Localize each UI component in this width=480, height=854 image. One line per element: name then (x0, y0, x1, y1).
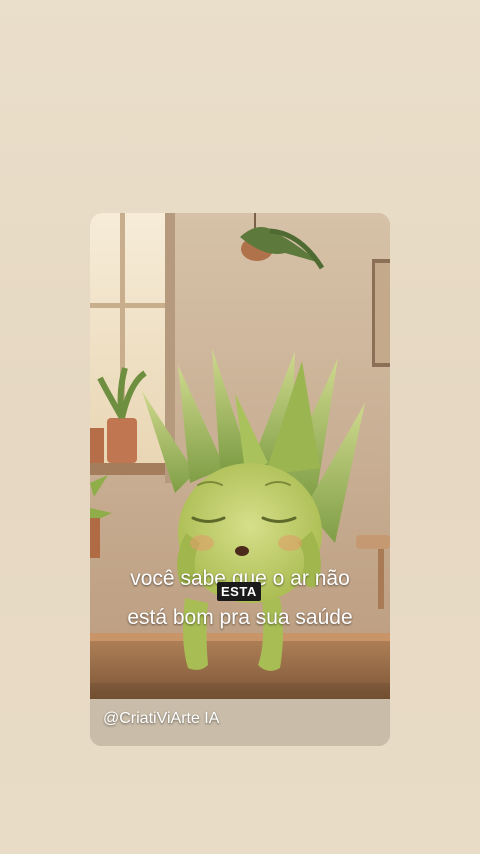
video-frame-illustration (90, 213, 390, 746)
text-sticker: ESTA (217, 582, 261, 601)
video-card[interactable]: você sabe que o ar não ESTA está bom pra… (90, 213, 390, 746)
caption-line-2: está bom pra sua saúde (127, 606, 353, 629)
page-background: você sabe que o ar não ESTA está bom pra… (0, 0, 480, 854)
creator-watermark: @CriatiViArte IA (103, 710, 220, 727)
